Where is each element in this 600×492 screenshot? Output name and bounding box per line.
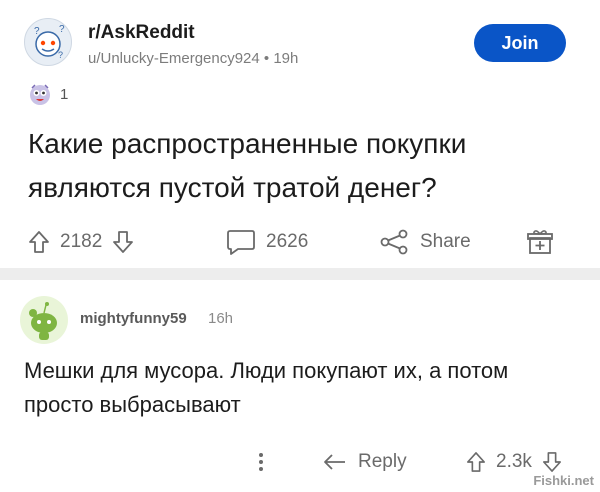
reply-icon [324, 454, 345, 470]
comments-button[interactable]: 2626 [226, 222, 308, 262]
svg-text:?: ? [58, 50, 63, 60]
share-button[interactable]: Share [378, 222, 471, 262]
subreddit-avatar[interactable]: ? ? ? [24, 18, 72, 66]
comment-count: 2626 [266, 231, 309, 252]
comment-downvote-icon[interactable] [542, 451, 562, 473]
post-card: ? ? ? r/AskReddit u/Unlucky-Emergency924… [0, 0, 600, 268]
award-icon [30, 84, 50, 105]
comment-username[interactable]: mightyfunny59 [80, 310, 187, 327]
more-vertical-icon [259, 453, 263, 471]
comment-card: mightyfunny59 16h Мешки для мусора. Люди… [0, 280, 600, 492]
share-icon [380, 229, 408, 255]
more-options-button[interactable] [256, 442, 266, 482]
vote-group: 2182 [28, 222, 134, 262]
comment-vote-count: 2.3k [496, 451, 532, 472]
reply-button[interactable]: Reply [322, 442, 407, 482]
user-avatar[interactable] [20, 296, 68, 344]
join-button[interactable]: Join [474, 24, 566, 62]
upvote-count: 2182 [60, 231, 103, 252]
svg-text:?: ? [34, 26, 40, 37]
post-action-bar: 2182 2626 Share [0, 222, 600, 262]
section-divider [0, 268, 600, 280]
gift-icon [527, 230, 553, 254]
comment-action-bar: Reply 2.3k [0, 442, 600, 482]
svg-text:?: ? [59, 24, 65, 35]
upvote-icon[interactable] [28, 230, 50, 254]
watermark: Fishki.net [533, 473, 594, 488]
downvote-icon[interactable] [112, 230, 134, 254]
snoo-avatar-icon [29, 302, 57, 340]
award-button[interactable] [526, 222, 554, 262]
comment-body: Мешки для мусора. Люди покупают их, а по… [24, 358, 509, 417]
post-author-meta[interactable]: u/Unlucky-Emergency924 • 19h [88, 50, 298, 67]
comment-upvote-icon[interactable] [466, 451, 486, 473]
comment-time: 16h [208, 310, 234, 327]
subreddit-name[interactable]: r/AskReddit [88, 22, 195, 44]
post-title[interactable]: Какие распространенные покупки являются … [28, 122, 568, 210]
award-count: 1 [60, 85, 69, 103]
award-row[interactable]: 1 [28, 82, 68, 106]
askreddit-icon: ? ? ? [34, 24, 65, 60]
reply-label: Reply [358, 451, 407, 472]
comment-icon [227, 230, 255, 255]
share-label: Share [420, 231, 471, 252]
